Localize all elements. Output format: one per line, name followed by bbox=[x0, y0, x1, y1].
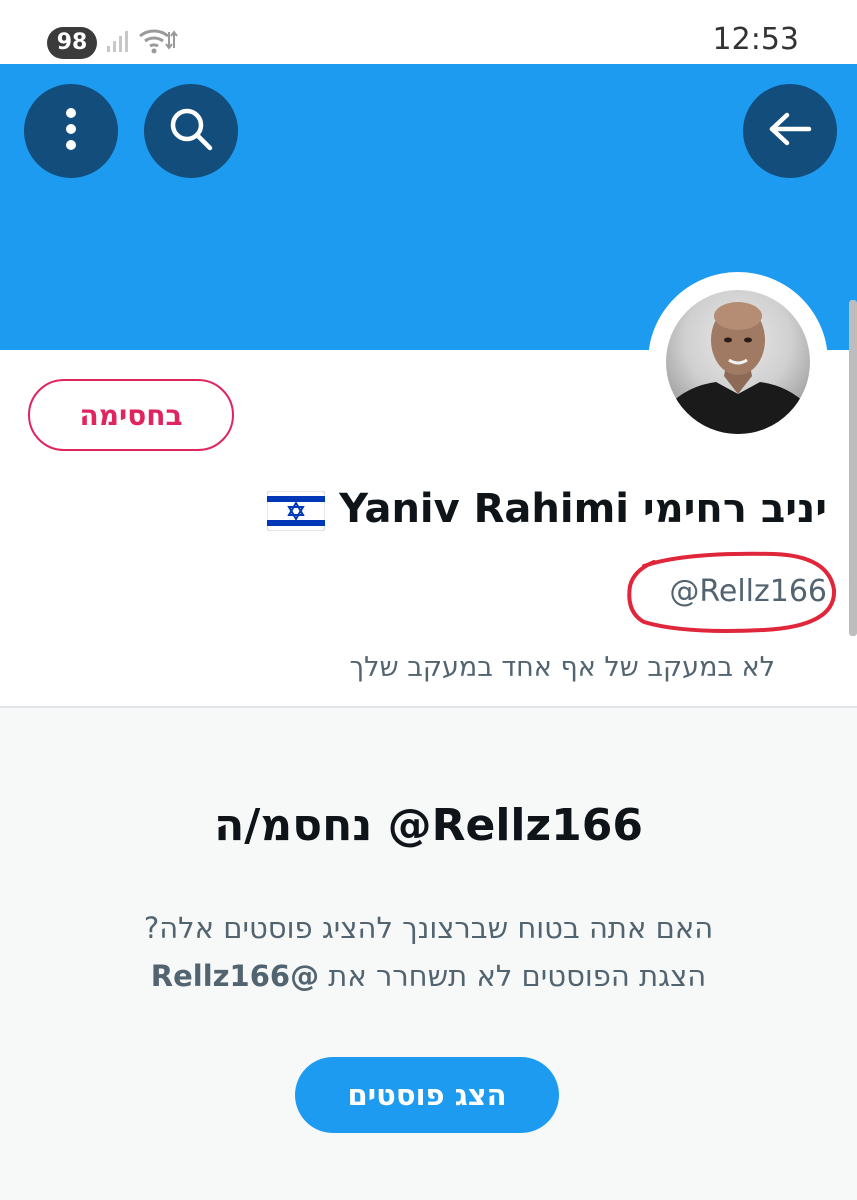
show-posts-button[interactable]: הצג פוסטים bbox=[295, 1057, 559, 1133]
avatar-frame[interactable] bbox=[648, 272, 828, 452]
follow-status: לא במעקב של אף אחד במעקב שלך bbox=[349, 652, 775, 683]
confirm-line-2-text: הצגת הפוסטים לא תשחרר את bbox=[328, 959, 707, 993]
more-options-button[interactable] bbox=[24, 84, 118, 178]
confirm-line-1: האם אתה בטוח שברצונך להציג פוסטים אלה? bbox=[143, 911, 714, 945]
more-icon bbox=[65, 107, 77, 155]
clock: 12:53 bbox=[712, 22, 799, 57]
battery-indicator: 98 bbox=[47, 27, 97, 59]
avatar bbox=[666, 290, 810, 434]
israel-flag-icon bbox=[266, 490, 326, 532]
search-button[interactable] bbox=[144, 84, 238, 178]
profile-name-row: יניב רחימי Yaniv Rahimi bbox=[266, 486, 827, 532]
search-icon bbox=[168, 106, 214, 156]
scrollbar[interactable] bbox=[849, 300, 857, 636]
status-bar: 98 12:53 bbox=[0, 0, 857, 64]
back-arrow-icon bbox=[768, 111, 812, 151]
confirm-line-2-handle: @Rellz166 bbox=[150, 959, 320, 993]
wifi-icon bbox=[138, 26, 178, 60]
confirm-line-2: הצגת הפוסטים לא תשחרר את @Rellz166 bbox=[0, 952, 857, 1000]
confirm-message: האם אתה בטוח שברצונך להציג פוסטים אלה? ה… bbox=[0, 904, 857, 1000]
blocked-button[interactable]: בחסימה bbox=[28, 379, 234, 451]
signal-icon bbox=[106, 30, 132, 58]
blocked-title: ‎@Rellz166 נחסמ/ה bbox=[214, 800, 643, 851]
display-name: יניב רחימי Yaniv Rahimi bbox=[339, 486, 827, 532]
red-circle-annotation bbox=[624, 546, 840, 642]
back-button[interactable] bbox=[743, 84, 837, 178]
